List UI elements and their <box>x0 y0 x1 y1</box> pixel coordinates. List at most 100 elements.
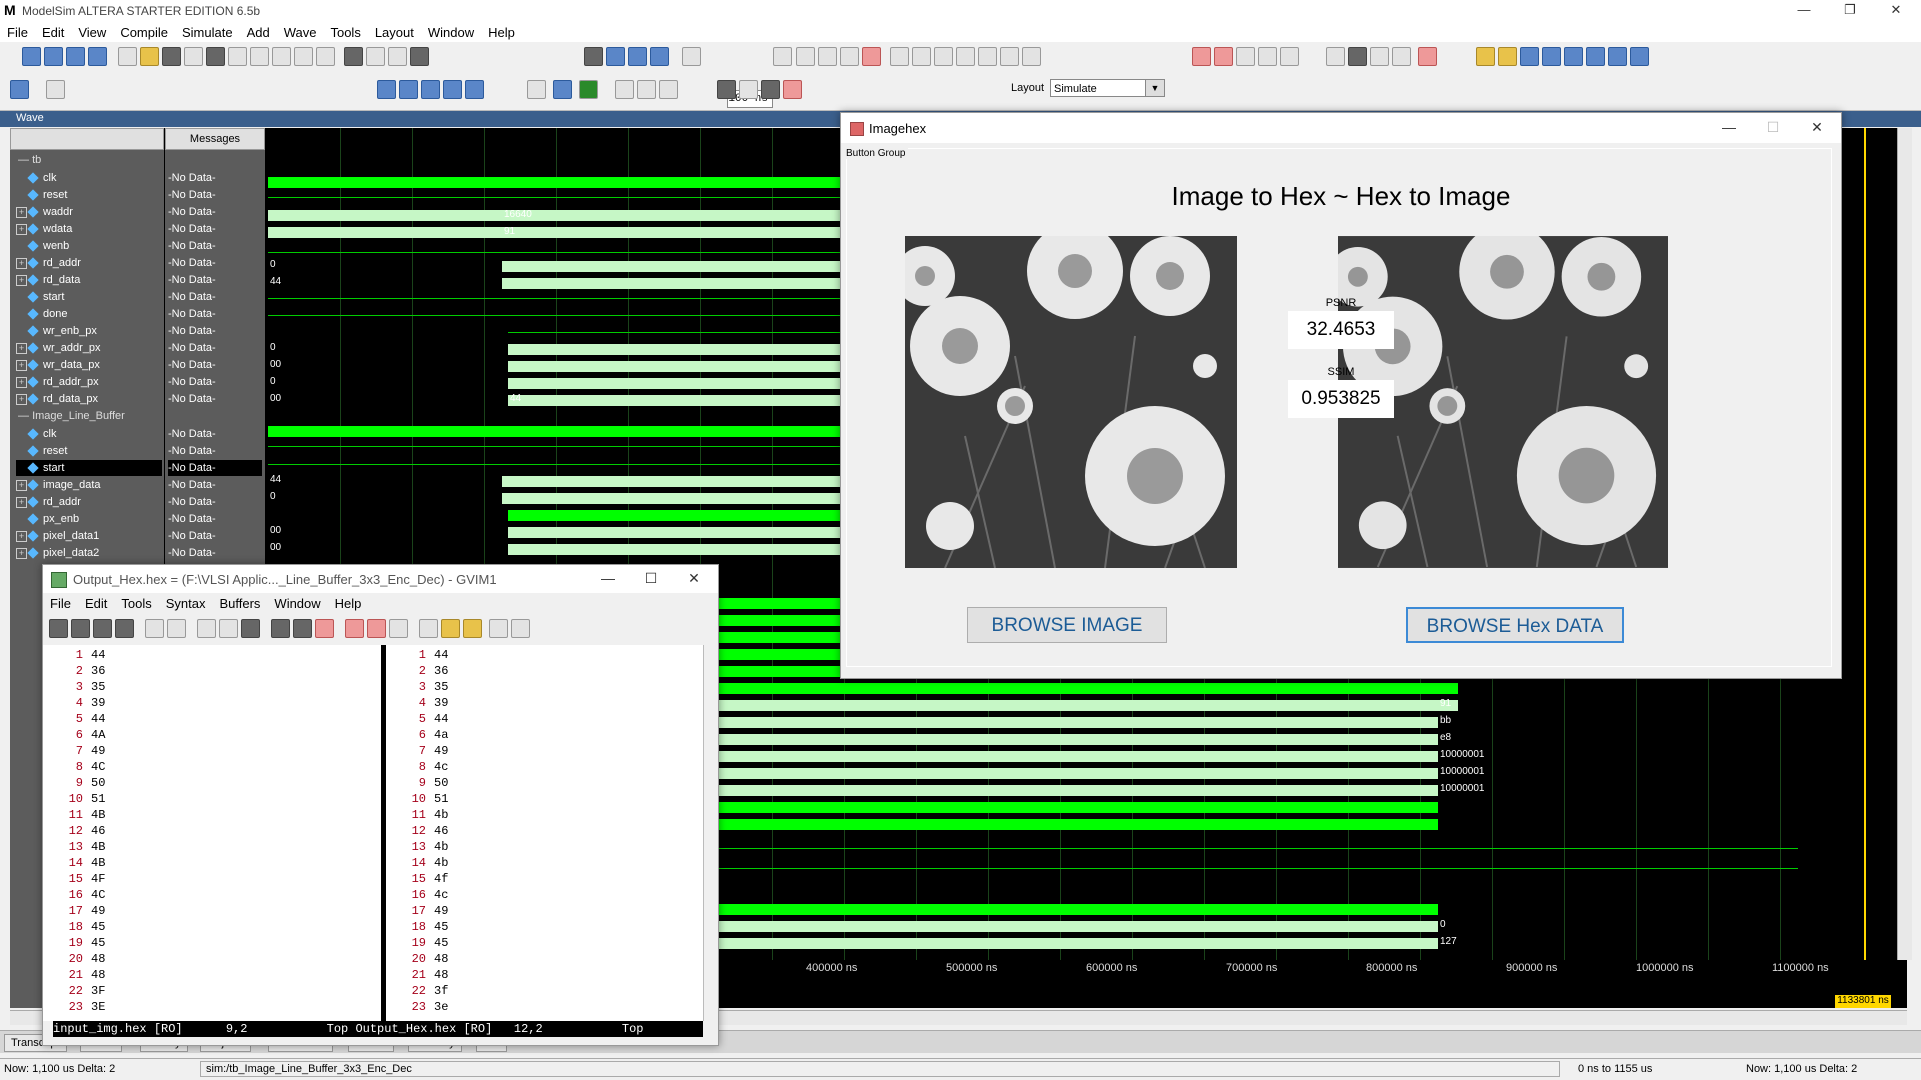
signal-tb-reset[interactable]: reset <box>16 187 162 203</box>
find-icon[interactable] <box>344 47 363 66</box>
menu-view[interactable]: View <box>71 22 113 40</box>
select-pointer-icon[interactable] <box>1326 47 1345 66</box>
break-run-icon[interactable] <box>862 47 881 66</box>
reload-icon[interactable] <box>184 47 203 66</box>
imagehex-close-button[interactable]: ✕ <box>1797 117 1837 139</box>
signal-ilb-pixel-data1[interactable]: + pixel_data1 <box>16 528 162 544</box>
menu-window[interactable]: Window <box>421 22 481 40</box>
group-tb[interactable]: ― tb <box>18 154 41 166</box>
copy-icon[interactable] <box>250 47 269 66</box>
menu-file[interactable]: File <box>0 22 35 40</box>
signal-tb-waddr[interactable]: + waddr <box>16 204 162 220</box>
expand-icon[interactable]: + <box>16 206 27 218</box>
signal-ilb-pixel-data2[interactable]: + pixel_data2 <box>16 545 162 561</box>
browse-image-button[interactable]: BROWSE IMAGE <box>967 607 1167 643</box>
gvim-minimize-button[interactable]: — <box>588 567 628 591</box>
copy-icon[interactable] <box>219 619 238 638</box>
expand-icon[interactable]: + <box>16 393 27 405</box>
doc2-icon[interactable] <box>1258 47 1277 66</box>
menu-tools[interactable]: Tools <box>323 22 367 40</box>
find-next-edge-icon[interactable] <box>1586 47 1605 66</box>
hierarchy-icon[interactable] <box>388 47 407 66</box>
shell-icon[interactable] <box>441 619 460 638</box>
signal-tb-rd-data[interactable]: + rd_data <box>16 272 162 288</box>
ctags-icon[interactable] <box>463 619 482 638</box>
expand-icon[interactable]: + <box>16 479 27 491</box>
signal2-icon[interactable] <box>637 80 656 99</box>
signal-tb-rd-data-px[interactable]: + rd_data_px <box>16 391 162 407</box>
rising-edge-icon[interactable] <box>1630 47 1649 66</box>
pan-icon[interactable] <box>1370 47 1389 66</box>
doc-icon[interactable] <box>1236 47 1255 66</box>
edge-prev-icon[interactable] <box>1498 47 1517 66</box>
paste-icon[interactable] <box>272 47 291 66</box>
find-prev-icon[interactable] <box>315 619 334 638</box>
print-icon[interactable] <box>115 619 134 638</box>
signal-tb-wr-data-px[interactable]: + wr_data_px <box>16 357 162 373</box>
left-buffer-pane[interactable]: 1 44 2 36 3 35 4 39 5 44 6 4A 7 49 8 4C 9 50 10 51 11 4B 12 46 1… <box>43 645 381 1021</box>
zoom-mode-icon[interactable] <box>1348 47 1367 66</box>
signal3-icon[interactable] <box>659 80 678 99</box>
step-back-icon[interactable] <box>956 47 975 66</box>
signal-ilb-clk[interactable]: clk <box>16 426 162 442</box>
edge-last-icon[interactable] <box>1542 47 1561 66</box>
restart-icon[interactable] <box>584 47 603 66</box>
break-icon[interactable] <box>88 47 107 66</box>
gvim-text-area[interactable]: 1 44 2 36 3 35 4 39 5 44 6 4A 7 49 8 4C 9 50 10 51 11 4B 12 46 1… <box>43 645 713 1021</box>
messages-column-header[interactable]: Messages <box>165 128 265 150</box>
performance-icon[interactable] <box>978 47 997 66</box>
run-length-icon[interactable] <box>682 47 701 66</box>
find-prev-edge-icon[interactable] <box>1564 47 1583 66</box>
expand-icon[interactable]: + <box>16 359 27 371</box>
menu-edit[interactable]: Edit <box>35 22 71 40</box>
cut-icon[interactable] <box>197 619 216 638</box>
signal-tb-rd-addr[interactable]: + rd_addr <box>16 255 162 271</box>
names-column-header[interactable] <box>10 128 164 150</box>
hand-icon[interactable] <box>1022 47 1041 66</box>
undo-icon[interactable] <box>145 619 164 638</box>
expand-icon[interactable]: + <box>16 223 27 235</box>
signal-tb-done[interactable]: done <box>16 306 162 322</box>
new-file-icon[interactable] <box>118 47 137 66</box>
run-script-icon[interactable] <box>389 619 408 638</box>
expand-icon[interactable]: + <box>16 376 27 388</box>
zoom-in-icon[interactable] <box>377 80 396 99</box>
load-session-icon[interactable] <box>345 619 364 638</box>
clear-icon[interactable] <box>783 80 802 99</box>
edge-next-icon[interactable] <box>1520 47 1539 66</box>
expand-icon[interactable]: + <box>16 530 27 542</box>
close-button[interactable]: ✕ <box>1873 0 1919 22</box>
group-image-line-buffer[interactable]: ― Image_Line_Buffer <box>18 410 125 422</box>
zoom-cursor-icon[interactable] <box>443 80 462 99</box>
cursor-time-label[interactable]: 1133801 ns <box>1835 995 1891 1008</box>
assertions-icon[interactable] <box>46 80 65 99</box>
replace-icon[interactable] <box>271 619 290 638</box>
signal-ilb-reset[interactable]: reset <box>16 443 162 459</box>
forward-arrow-icon[interactable] <box>650 47 669 66</box>
profile-icon[interactable] <box>1000 47 1019 66</box>
gvim-menu-file[interactable]: File <box>43 593 78 611</box>
menu-add[interactable]: Add <box>240 22 277 40</box>
edge-first-icon[interactable] <box>1476 47 1495 66</box>
collapse-icon[interactable] <box>366 47 385 66</box>
menu-simulate[interactable]: Simulate <box>175 22 240 40</box>
run-icon[interactable] <box>796 47 815 66</box>
signal-tb-clk[interactable]: clk <box>16 170 162 186</box>
time-spinner-icon[interactable] <box>773 47 792 66</box>
step-over-icon[interactable] <box>912 47 931 66</box>
help-icon[interactable] <box>489 619 508 638</box>
signal-ilb-start[interactable]: start <box>16 460 162 476</box>
print-icon[interactable] <box>206 47 225 66</box>
save-session-icon[interactable] <box>367 619 386 638</box>
save-all-icon[interactable] <box>93 619 112 638</box>
gvim-close-button[interactable]: ✕ <box>674 567 714 591</box>
undo-icon[interactable] <box>294 47 313 66</box>
cut-icon[interactable] <box>228 47 247 66</box>
gvim-menu-syntax[interactable]: Syntax <box>159 593 213 611</box>
expand-icon[interactable]: + <box>16 496 27 508</box>
gvim-maximize-button[interactable]: ☐ <box>631 567 671 591</box>
wave-format2-icon[interactable] <box>553 80 572 99</box>
simulate-icon[interactable] <box>66 47 85 66</box>
paste-icon[interactable] <box>241 619 260 638</box>
zoom-full-icon[interactable] <box>421 80 440 99</box>
